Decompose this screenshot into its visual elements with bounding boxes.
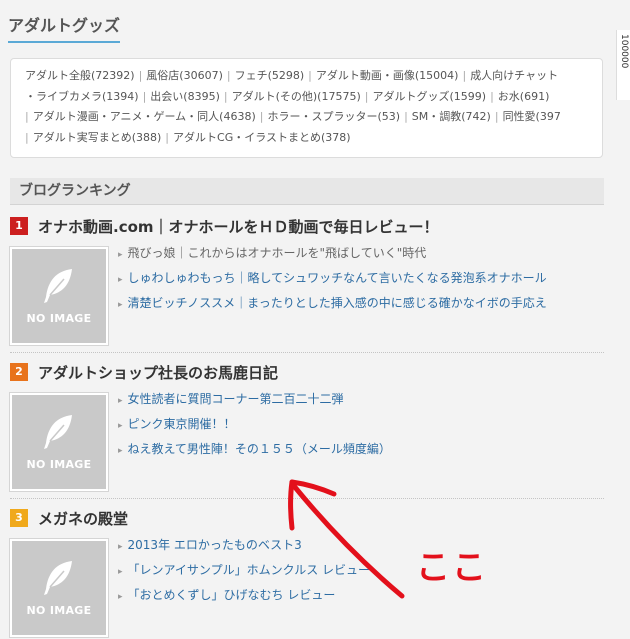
article-list: ▸ 飛びっ娘｜これからはオナホールを"飛ばしていく"時代 ▸ しゅわしゅわもっち｜略… [118, 241, 547, 316]
tag-separator: | [364, 89, 369, 103]
tag-link[interactable]: アダルトCG・イラストまとめ(378) [173, 131, 351, 144]
article-item: ▸ ねえ教えて男性陣！その１５５（メール頻度編） [118, 437, 391, 462]
entry-divider [10, 352, 604, 353]
tag-link[interactable]: アダルト漫画・アニメ・ゲーム・同人(4638) [33, 110, 256, 123]
tag-row-2: ・ライブカメラ(1394) | 出会い(8395) | アダルト(その他)(17575)… [25, 87, 592, 108]
article-link[interactable]: ピンク東京開催！！ [128, 417, 236, 431]
article-link[interactable]: 女性読者に質問コーナー第二百二十二弾 [128, 392, 344, 406]
side-tab[interactable]: 100000 [616, 30, 630, 100]
blog-name-link[interactable]: メガネの殿堂 [38, 508, 128, 529]
tag-separator: | [142, 89, 147, 103]
tag-link[interactable]: アダルト動画・画像(15004) [316, 69, 459, 82]
blog-name-link[interactable]: アダルトショップ社長のお馬鹿日記 [38, 362, 278, 383]
category-tags-box: アダルト全般(72392) | 風俗店(30607) | フェチ(5298) | アダルト動… [10, 58, 603, 158]
tag-link[interactable]: 出会い(8395) [150, 90, 220, 103]
annotation-text: ここ [416, 548, 488, 588]
tag-link[interactable]: アダルトグッズ(1599) [372, 90, 486, 103]
article-item: ▸ 女性読者に質問コーナー第二百二十二弾 [118, 387, 391, 412]
tag-row-1: アダルト全般(72392) | 風俗店(30607) | フェチ(5298) | アダルト動… [25, 66, 592, 87]
feather-icon [44, 415, 72, 449]
tag-separator: | [25, 130, 29, 144]
article-list: ▸ 女性読者に質問コーナー第二百二十二弾 ▸ ピンク東京開催！！ ▸ ねえ教えて男性陣… [118, 387, 391, 462]
blog-thumbnail[interactable]: NO IMAGE [10, 247, 108, 345]
tag-link[interactable]: アダルト全般(72392) [25, 69, 135, 82]
feather-icon [44, 269, 72, 303]
tag-separator: | [165, 130, 170, 144]
caret-right-icon: ▸ [118, 446, 123, 456]
caret-right-icon: ▸ [118, 567, 123, 577]
tag-link[interactable]: 同性愛(397 [503, 110, 561, 123]
article-item: ▸ 飛びっ娘｜これからはオナホールを"飛ばしていく"時代 [118, 241, 547, 266]
tag-link[interactable]: お水(691) [498, 90, 550, 103]
tag-separator: | [462, 69, 467, 82]
tag-link[interactable]: アダルト実写まとめ(388) [33, 131, 162, 144]
rank-badge: 3 [10, 509, 28, 527]
tag-separator: | [494, 110, 499, 123]
blog-thumbnail[interactable]: NO IMAGE [10, 539, 108, 637]
rank-badge: 1 [10, 217, 28, 235]
tag-link[interactable]: ・ライブカメラ(1394) [25, 90, 139, 103]
ranking-heading: ブログランキング [10, 178, 604, 205]
article-item: ▸ ピンク東京開催！！ [118, 412, 391, 437]
blog-thumbnail[interactable]: NO IMAGE [10, 393, 108, 491]
side-tab-label: 100000 [619, 34, 629, 69]
tag-separator: | [138, 69, 143, 82]
tag-separator: | [404, 110, 408, 123]
caret-right-icon: ▸ [118, 250, 123, 260]
tag-separator: | [226, 69, 231, 82]
annotation-arrow-icon [288, 479, 405, 599]
article-link[interactable]: 清楚ビッチノススメ｜まったりとした挿入感の中に感じる確かなイボの手応え [128, 296, 547, 310]
tag-separator: | [259, 110, 264, 123]
tag-row-3: | アダルト漫画・アニメ・ゲーム・同人(4638) | ホラー・スプラッター(53) |… [25, 107, 592, 128]
rank-badge: 2 [10, 363, 28, 381]
no-image-label: NO IMAGE [26, 458, 92, 471]
caret-right-icon: ▸ [118, 300, 123, 310]
blog-name-link[interactable]: オナホ動画.com｜オナホールをＨＤ動画で毎日レビュー！ [38, 216, 439, 237]
tag-link[interactable]: SM・調教(742) [412, 110, 491, 123]
caret-right-icon: ▸ [118, 396, 123, 406]
article-link[interactable]: ねえ教えて男性陣！その１５５（メール頻度編） [128, 442, 391, 456]
tag-link[interactable]: フェチ(5298) [235, 69, 305, 82]
caret-right-icon: ▸ [118, 421, 123, 431]
article-link[interactable]: しゅわしゅわもっち｜略してシュワッチなんて言いたくなる発泡系オナホール [128, 271, 547, 285]
caret-right-icon: ▸ [118, 542, 123, 552]
tag-separator: | [308, 69, 312, 82]
article-link[interactable]: 飛びっ娘｜これからはオナホールを"飛ばしていく"時代 [128, 246, 427, 260]
tag-link[interactable]: 成人向けチャット [470, 69, 558, 82]
no-image-label: NO IMAGE [26, 604, 92, 617]
tag-link[interactable]: ホラー・スプラッター(53) [267, 110, 400, 123]
section-title: アダルトグッズ [8, 12, 121, 43]
article-item: ▸ しゅわしゅわもっち｜略してシュワッチなんて言いたくなる発泡系オナホール [118, 266, 547, 291]
no-image-label: NO IMAGE [26, 312, 92, 325]
article-item: ▸ 清楚ビッチノススメ｜まったりとした挿入感の中に感じる確かなイボの手応え [118, 291, 547, 316]
tag-separator: | [25, 110, 29, 123]
caret-right-icon: ▸ [118, 275, 123, 285]
tag-link[interactable]: 風俗店(30607) [146, 69, 223, 82]
tag-separator: | [490, 89, 494, 103]
feather-icon [44, 561, 72, 595]
tag-separator: | [223, 89, 228, 103]
tag-link[interactable]: アダルト(その他)(17575) [232, 90, 361, 103]
caret-right-icon: ▸ [118, 592, 123, 602]
tag-row-4: | アダルト実写まとめ(388) | アダルトCG・イラストまとめ(378) [25, 128, 592, 149]
